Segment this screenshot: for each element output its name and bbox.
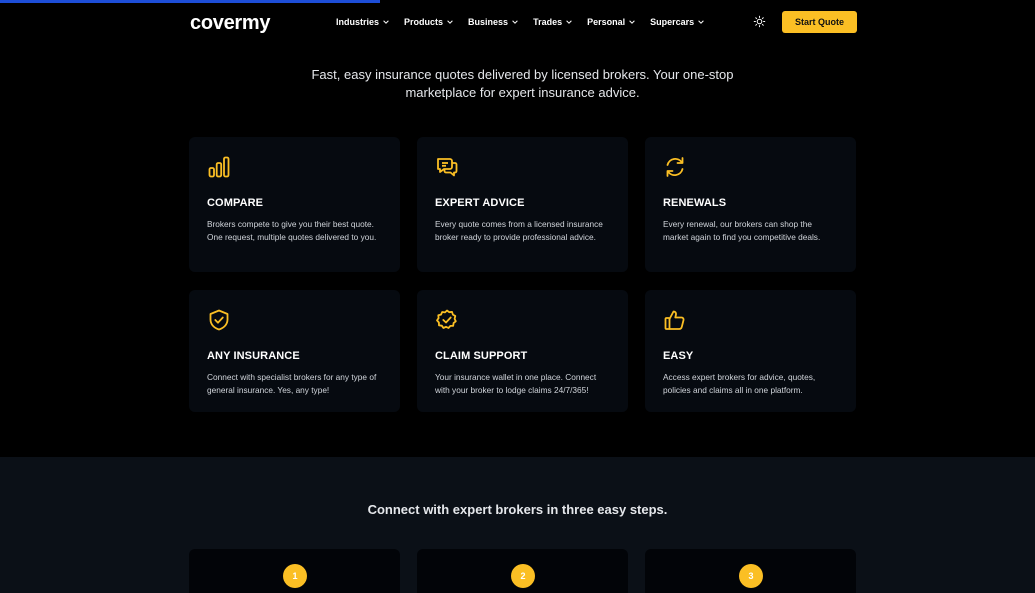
feature-title: RENEWALS	[663, 197, 727, 209]
chevron-down-icon	[629, 20, 635, 24]
chevron-down-icon	[383, 20, 389, 24]
nav-personal[interactable]: Personal	[587, 17, 636, 27]
step-number-badge: 3	[739, 564, 763, 588]
nav-business[interactable]: Business	[468, 17, 519, 27]
steps-section: Connect with expert brokers in three eas…	[0, 457, 1035, 593]
feature-desc: Connect with specialist brokers for any …	[207, 372, 377, 395]
nav-label: Business	[468, 17, 509, 27]
step-card-1: 1	[189, 549, 400, 593]
nav-industries[interactable]: Industries	[336, 17, 390, 27]
step-number-badge: 1	[283, 564, 307, 588]
feature-card-any-insurance: ANY INSURANCE Connect with specialist br…	[189, 290, 400, 412]
feature-title: CLAIM SUPPORT	[435, 350, 528, 362]
feature-desc: Every renewal, our brokers can shop the …	[663, 219, 821, 242]
feature-desc: Every quote comes from a licensed insura…	[435, 219, 603, 242]
chevron-down-icon	[698, 20, 704, 24]
chevron-down-icon	[512, 20, 518, 24]
feature-card-claim-support: CLAIM SUPPORT Your insurance wallet in o…	[417, 290, 628, 412]
feature-title: EXPERT ADVICE	[435, 197, 525, 209]
chat-bubbles-icon	[437, 158, 458, 177]
chevron-down-icon	[447, 20, 453, 24]
main-nav: Industries Products Business Trades Pers…	[336, 17, 719, 27]
nav-trades[interactable]: Trades	[533, 17, 573, 27]
nav-products[interactable]: Products	[404, 17, 454, 27]
feature-card-expert-advice: EXPERT ADVICE Every quote comes from a l…	[417, 137, 628, 272]
nav-label: Industries	[336, 17, 380, 27]
refresh-icon	[666, 157, 684, 177]
nav-supercars[interactable]: Supercars	[650, 17, 705, 27]
badge-check-icon	[436, 309, 457, 329]
nav-label: Personal	[587, 17, 626, 27]
step-number-badge: 2	[511, 564, 535, 588]
feature-title: EASY	[663, 350, 694, 362]
logo[interactable]: covermy	[190, 12, 336, 35]
feature-card-renewals: RENEWALS Every renewal, our brokers can …	[645, 137, 856, 272]
feature-desc: Your insurance wallet in one place. Conn…	[435, 372, 597, 395]
sun-icon[interactable]	[753, 15, 766, 28]
feature-title: COMPARE	[207, 197, 264, 209]
feature-card-compare: COMPARE Brokers compete to give you thei…	[189, 137, 400, 272]
step-card-3: 3	[645, 549, 856, 593]
nav-label: Products	[404, 17, 444, 27]
step-card-2: 2	[417, 549, 628, 593]
chevron-down-icon	[566, 20, 572, 24]
start-quote-button[interactable]: Start Quote	[782, 11, 857, 33]
feature-desc: Access expert brokers for advice, quotes…	[663, 372, 816, 395]
steps-title: Connect with expert brokers in three eas…	[367, 502, 668, 517]
thumbs-up-icon	[664, 310, 685, 330]
nav-label: Supercars	[650, 17, 695, 27]
feature-title: ANY INSURANCE	[207, 350, 300, 362]
feature-card-easy: EASY Access expert brokers for advice, q…	[645, 290, 856, 412]
features-grid: COMPARE Brokers compete to give you thei…	[189, 137, 857, 412]
bar-chart-icon	[208, 156, 230, 178]
shield-check-icon	[209, 309, 229, 331]
nav-label: Trades	[533, 17, 563, 27]
site-header: covermy Industries Products Business Tra…	[190, 0, 857, 44]
intro-text: Fast, easy insurance quotes delivered by…	[311, 67, 734, 100]
steps-grid: 1 2 3	[189, 549, 857, 593]
feature-desc: Brokers compete to give you their best q…	[207, 219, 377, 242]
